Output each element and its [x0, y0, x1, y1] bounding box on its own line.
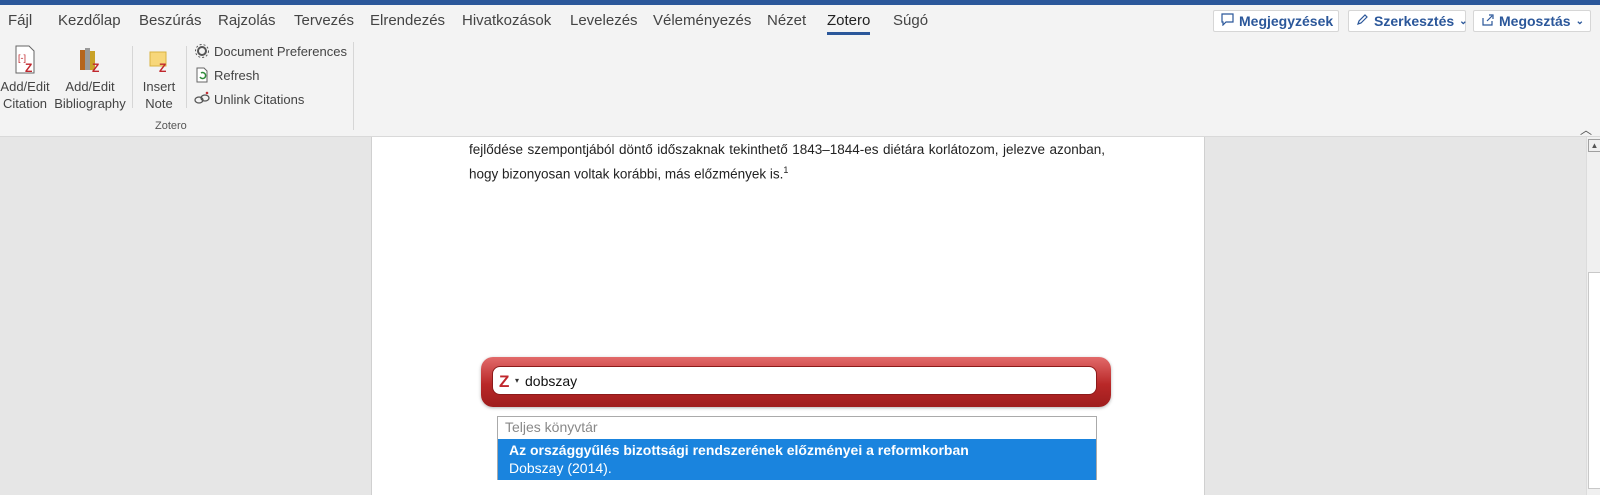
unlink-citations-label: Unlink Citations [214, 91, 305, 107]
chevron-down-icon[interactable]: ▾ [515, 376, 519, 385]
result-item-selected[interactable]: Az országgyűlés bizottsági rendszerének … [498, 439, 1096, 480]
share-label: Megosztás [1499, 13, 1571, 29]
comments-button[interactable]: Megjegyzések [1213, 10, 1339, 32]
add-edit-citation-label-1: Add/Edit [0, 79, 50, 94]
results-section-header: Teljes könyvtár [505, 419, 598, 435]
add-edit-citation-label-2: Citation [2, 96, 48, 111]
tab-home[interactable]: Kezdőlap [58, 12, 121, 29]
divider [132, 46, 133, 108]
group-label: Zotero [155, 120, 187, 132]
comments-label: Megjegyzések [1239, 13, 1334, 29]
result-subtitle: Dobszay (2014). [509, 460, 612, 476]
add-edit-bibliography-label-2: Bibliography [54, 96, 126, 111]
tab-insert[interactable]: Beszúrás [139, 12, 202, 29]
refresh-button[interactable]: Refresh [194, 67, 260, 83]
paragraph-text: fejlődése szempontjából döntő időszaknak… [469, 142, 1105, 182]
svg-text:Z: Z [159, 61, 166, 75]
add-edit-bibliography-button[interactable]: Z Add/Edit Bibliography [53, 44, 127, 112]
citation-icon: [-] Z [10, 44, 40, 76]
tab-design[interactable]: Tervezés [294, 12, 354, 29]
bibliography-icon: Z [75, 44, 105, 76]
editing-button[interactable]: Szerkesztés ⌄ [1348, 10, 1468, 32]
footnote-reference[interactable]: 1 [783, 165, 788, 175]
tab-layout[interactable]: Elrendezés [370, 12, 445, 29]
refresh-icon [194, 67, 210, 83]
share-button[interactable]: Megosztás ⌄ [1473, 10, 1591, 32]
zotero-results-list: Teljes könyvtár Az országgyűlés bizottsá… [497, 416, 1097, 480]
insert-note-button[interactable]: Z Insert Note [137, 44, 181, 112]
document-preferences-label: Document Preferences [214, 43, 347, 59]
document-paragraph: fejlődése szempontjából döntő időszaknak… [469, 139, 1105, 185]
vertical-scrollbar[interactable]: ▲ [1586, 137, 1600, 495]
zotero-logo-icon[interactable]: Z [499, 372, 509, 392]
zotero-search-query[interactable]: dobszay [525, 373, 577, 389]
result-title: Az országgyűlés bizottsági rendszerének … [509, 442, 969, 458]
chevron-down-icon: ⌄ [1459, 15, 1468, 27]
collapse-ribbon-icon[interactable]: ︿ [1580, 121, 1592, 138]
pencil-icon [1356, 13, 1369, 29]
comment-icon [1221, 13, 1234, 29]
ribbon: [-] Z Add/Edit Citation Z Add/Edit Bibli… [0, 38, 1600, 137]
gear-icon [194, 43, 210, 59]
tab-draw[interactable]: Rajzolás [218, 12, 276, 29]
note-icon: Z [144, 44, 174, 76]
insert-note-label-2: Note [145, 96, 173, 111]
ribbon-tab-bar: Fájl Kezdőlap Beszúrás Rajzolás Tervezés… [0, 5, 1600, 38]
scroll-thumb[interactable] [1588, 272, 1600, 489]
scroll-up-icon[interactable]: ▲ [1588, 139, 1600, 152]
divider [186, 46, 187, 108]
tab-mailings[interactable]: Levelezés [570, 12, 638, 29]
svg-text:Z: Z [92, 61, 99, 75]
tab-view[interactable]: Nézet [767, 12, 806, 29]
refresh-label: Refresh [214, 67, 260, 83]
add-edit-bibliography-label-1: Add/Edit [65, 79, 115, 94]
chevron-down-icon: ⌄ [1575, 15, 1584, 27]
tab-references[interactable]: Hivatkozások [462, 12, 551, 29]
group-divider [353, 42, 354, 130]
insert-note-label-1: Insert [142, 79, 176, 94]
tab-zotero[interactable]: Zotero [827, 12, 871, 35]
zotero-search-field[interactable]: Z ▾ dobszay [492, 366, 1097, 395]
unlink-icon [194, 91, 210, 107]
tab-help[interactable]: Súgó [893, 12, 928, 29]
add-edit-citation-button[interactable]: [-] Z Add/Edit Citation [0, 44, 50, 112]
document-preferences-button[interactable]: Document Preferences [194, 43, 347, 59]
tab-review[interactable]: Véleményezés [653, 12, 751, 29]
svg-text:Z: Z [25, 61, 32, 75]
unlink-citations-button[interactable]: Unlink Citations [194, 91, 304, 107]
tab-file[interactable]: Fájl [8, 12, 32, 29]
editing-label: Szerkesztés [1374, 13, 1455, 29]
zotero-quick-format-bar: Z ▾ dobszay [481, 357, 1111, 407]
share-icon [1481, 13, 1494, 29]
